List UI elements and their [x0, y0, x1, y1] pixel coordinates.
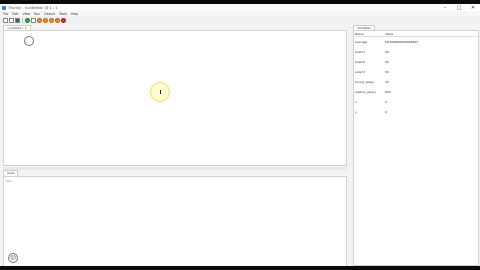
table-row[interactable]: hourly_wage 20 — [354, 79, 478, 84]
menu-device[interactable]: Device — [44, 12, 55, 16]
variable-value: 0 — [385, 99, 387, 104]
variable-name: hourly_wage — [355, 79, 375, 84]
table-row[interactable]: x 0 — [354, 99, 478, 104]
variable-value: 50 — [385, 69, 389, 74]
menu-view[interactable]: View — [23, 12, 31, 16]
python-logo-icon: (|) — [8, 253, 18, 263]
variable-name: weekly_salary — [355, 89, 377, 94]
variable-name: y — [355, 109, 357, 114]
logo-caption-icon: · ·· · — [19, 257, 24, 260]
resume-icon[interactable] — [55, 17, 60, 23]
variable-value: 60 — [385, 59, 389, 64]
variable-value: 20 — [385, 79, 389, 84]
new-file-icon[interactable] — [3, 17, 8, 23]
variable-value: 58.666666666666667 — [385, 39, 419, 44]
variable-name: exam1 — [355, 49, 366, 54]
window-controls: – □ ✕ — [442, 4, 476, 11]
column-name-header[interactable]: Name — [354, 32, 385, 36]
step-into-icon[interactable] — [43, 17, 48, 23]
title-bar: Thonny - <untitled> @ 1 : 1 – □ ✕ — [0, 4, 480, 11]
code-editor[interactable] — [3, 30, 347, 166]
mouse-pointer-circle — [24, 36, 34, 46]
variable-value: 50 — [385, 49, 389, 54]
table-row[interactable]: weekly_salary 800 — [354, 89, 478, 94]
text-cursor-icon — [159, 90, 161, 94]
variable-value: 0 — [385, 109, 387, 114]
table-row[interactable]: average 58.666666666666667 — [354, 39, 478, 44]
shell-pane[interactable]: >>> (|) · ·· · — [3, 176, 347, 267]
stop-icon[interactable] — [61, 17, 66, 23]
save-icon[interactable] — [15, 17, 20, 23]
toolbar — [0, 16, 480, 24]
maximize-icon[interactable]: □ — [456, 5, 462, 11]
variables-header: Name Value — [354, 31, 478, 37]
table-row[interactable]: y 0 — [354, 109, 478, 114]
shell-prompt: >>> — [6, 179, 12, 183]
variable-name: average — [355, 39, 368, 44]
thonny-window: Thonny - <untitled> @ 1 : 1 – □ ✕ File E… — [0, 4, 480, 267]
menu-run[interactable]: Run — [34, 12, 40, 16]
pane-splitter[interactable] — [3, 167, 347, 170]
variable-value: 800 — [385, 89, 391, 94]
run-icon[interactable] — [25, 17, 30, 23]
variables-table: Name Value average 58.666666666666667 ex… — [353, 30, 479, 266]
variable-name: exam3 — [355, 69, 366, 74]
step-out-icon[interactable] — [49, 17, 54, 23]
debug-icon[interactable] — [31, 17, 36, 23]
app-icon — [2, 5, 6, 10]
menu-file[interactable]: File — [3, 12, 8, 16]
menu-tools[interactable]: Tools — [59, 12, 67, 16]
menu-help[interactable]: Help — [71, 12, 78, 16]
column-value-header[interactable]: Value — [385, 32, 478, 36]
minimize-icon[interactable]: – — [442, 5, 448, 11]
variable-name: x — [355, 99, 357, 104]
variables-panel: Variables Name Value average 58.66666666… — [352, 25, 480, 266]
close-icon[interactable]: ✕ — [470, 5, 476, 11]
variable-name: exam2 — [355, 59, 366, 64]
open-icon[interactable] — [9, 17, 14, 23]
table-row[interactable]: exam2 60 — [354, 59, 478, 64]
table-row[interactable]: exam1 50 — [354, 49, 478, 54]
click-highlight — [150, 82, 170, 102]
toolbar-separator — [22, 17, 23, 23]
bottom-black-band — [0, 266, 480, 270]
step-over-icon[interactable] — [37, 17, 42, 23]
table-row[interactable]: exam3 50 — [354, 69, 478, 74]
menu-edit[interactable]: Edit — [12, 12, 18, 16]
window-title: Thonny - <untitled> @ 1 : 1 — [8, 5, 58, 10]
